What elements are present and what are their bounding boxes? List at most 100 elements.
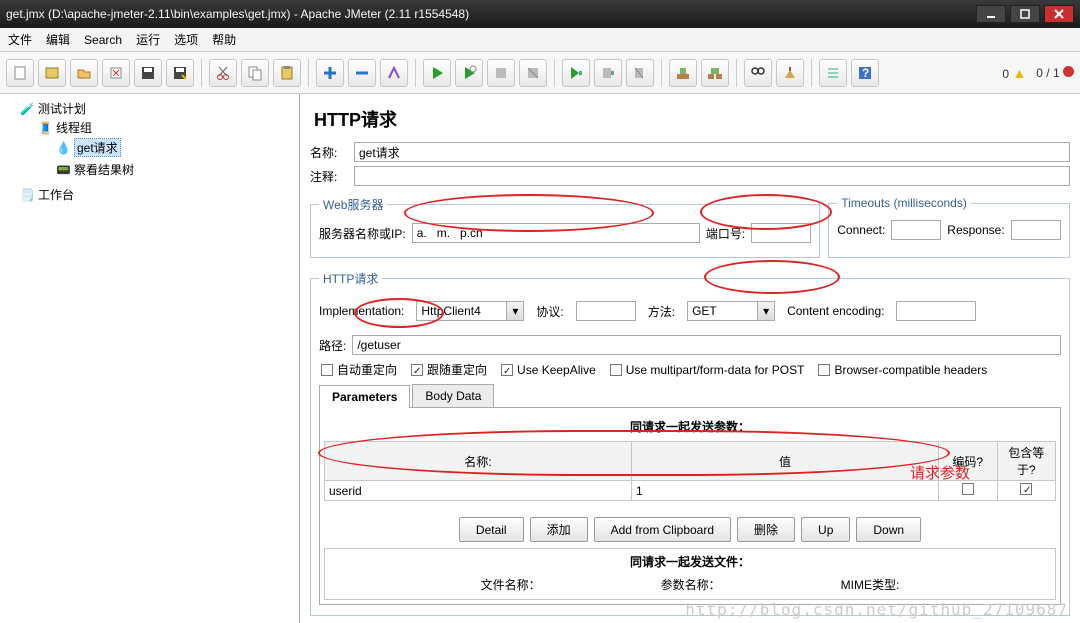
detail-button[interactable]: Detail [459,517,524,542]
menu-options[interactable]: 选项 [174,31,198,48]
help-icon[interactable]: ? [851,59,879,87]
saveas-icon[interactable] [166,59,194,87]
stop-icon[interactable] [487,59,515,87]
server-input[interactable] [412,223,700,243]
path-label: 路径: [319,337,346,354]
add-button[interactable]: 添加 [530,517,588,542]
close-icon[interactable] [102,59,130,87]
menu-file[interactable]: 文件 [8,31,32,48]
method-dropdown[interactable]: ▾ [687,301,775,321]
down-button[interactable]: Down [856,517,921,542]
name-input[interactable] [354,142,1070,162]
port-input[interactable] [751,223,811,243]
name-label: 名称: [310,144,348,161]
method-label: 方法: [648,303,675,320]
tree-node-http-request[interactable]: 💧get请求 [56,138,297,157]
tab-body-data[interactable]: Body Data [412,384,494,407]
remote-stop-icon[interactable] [594,59,622,87]
save-icon[interactable] [134,59,162,87]
files-col-filename: 文件名称： [481,576,541,593]
files-col-mimetype: MIME类型: [841,576,900,593]
connect-input[interactable] [891,220,941,240]
warning-count: 0 ▲ [1002,65,1026,81]
follow-redirect-checkbox[interactable]: 跟随重定向 [411,361,487,378]
menu-search[interactable]: Search [84,33,122,47]
encode-checkbox[interactable] [962,483,974,495]
response-label: Response: [947,223,1004,237]
tree-node-threadgroup[interactable]: 🧵线程组 [38,119,297,136]
connect-label: Connect: [837,223,885,237]
implementation-dropdown[interactable]: ▾ [416,301,524,321]
collapse-icon[interactable] [348,59,376,87]
protocol-label: 协议: [536,303,563,320]
warning-icon: ▲ [1012,65,1026,81]
multipart-checkbox[interactable]: Use multipart/form-data for POST [610,363,805,377]
protocol-input[interactable] [576,301,636,321]
sampler-icon: 💧 [56,141,70,155]
maximize-button[interactable] [1010,5,1040,23]
browser-headers-checkbox[interactable]: Browser-compatible headers [818,363,987,377]
copy-icon[interactable] [241,59,269,87]
tree-node-workbench[interactable]: 🗒️工作台 [20,186,297,203]
up-button[interactable]: Up [801,517,850,542]
panel-heading: HTTP请求 [314,106,1070,132]
svg-text:?: ? [862,66,869,80]
threadgroup-icon: 🧵 [38,121,52,135]
expand-icon[interactable] [316,59,344,87]
encoding-input[interactable] [896,301,976,321]
chevron-down-icon[interactable]: ▾ [757,301,775,321]
include-equals-checkbox[interactable] [1020,483,1032,495]
clear-icon[interactable] [669,59,697,87]
col-name: 名称: [325,442,632,481]
remote-shutdown-icon[interactable] [626,59,654,87]
cut-icon[interactable] [209,59,237,87]
path-input[interactable] [352,335,1061,355]
toggle-icon[interactable] [380,59,408,87]
col-encode: 编码? [939,442,997,481]
function-helper-icon[interactable] [819,59,847,87]
open-icon[interactable] [70,59,98,87]
close-button[interactable] [1044,5,1074,23]
listener-icon: 📟 [56,163,70,177]
paste-icon[interactable] [273,59,301,87]
menu-help[interactable]: 帮助 [212,31,236,48]
table-row[interactable]: userid 1 [325,481,1056,501]
new-icon[interactable] [6,59,34,87]
minimize-button[interactable] [976,5,1006,23]
tree-node-testplan[interactable]: 🧪测试计划 [20,100,297,117]
menu-edit[interactable]: 编辑 [46,31,70,48]
encoding-label: Content encoding: [787,304,884,318]
auto-redirect-checkbox[interactable]: 自动重定向 [321,361,397,378]
remote-start-icon[interactable] [562,59,590,87]
watermark: http://blog.csdn.net/github_27109687 [685,600,1068,619]
timeouts-legend: Timeouts (milliseconds) [837,196,971,210]
server-label: 服务器名称或IP: [319,225,406,242]
tab-parameters[interactable]: Parameters [319,385,410,408]
reset-search-icon[interactable] [776,59,804,87]
tree-node-listener[interactable]: 📟察看结果树 [56,161,297,178]
port-label: 端口号: [706,225,745,242]
search-icon[interactable] [744,59,772,87]
comment-input[interactable] [354,166,1070,186]
parameters-table[interactable]: 名称: 值 编码? 包含等于? userid 1 [324,441,1056,501]
flask-icon: 🧪 [20,102,34,116]
implementation-label: Implementation: [319,304,404,318]
add-from-clipboard-button[interactable]: Add from Clipboard [594,517,731,542]
delete-button[interactable]: 删除 [737,517,795,542]
chevron-down-icon[interactable]: ▾ [506,301,524,321]
toolbar: ? 0 ▲ 0 / 1 [0,52,1080,94]
col-value: 值 [632,442,939,481]
files-title: 同请求一起发送文件： [325,549,1055,574]
start-icon[interactable] [423,59,451,87]
response-input[interactable] [1011,220,1061,240]
start-notimers-icon[interactable] [455,59,483,87]
menu-bar: 文件 编辑 Search 运行 选项 帮助 [0,28,1080,52]
clear-all-icon[interactable] [701,59,729,87]
col-include: 包含等于? [997,442,1056,481]
shutdown-icon[interactable] [519,59,547,87]
menu-run[interactable]: 运行 [136,31,160,48]
test-plan-tree[interactable]: 🧪测试计划 🧵线程组 💧get请求 📟察看结果树 🗒️工作台 [0,94,300,623]
error-count: 0 / 1 [1036,66,1074,80]
keepalive-checkbox[interactable]: Use KeepAlive [501,363,596,377]
templates-icon[interactable] [38,59,66,87]
